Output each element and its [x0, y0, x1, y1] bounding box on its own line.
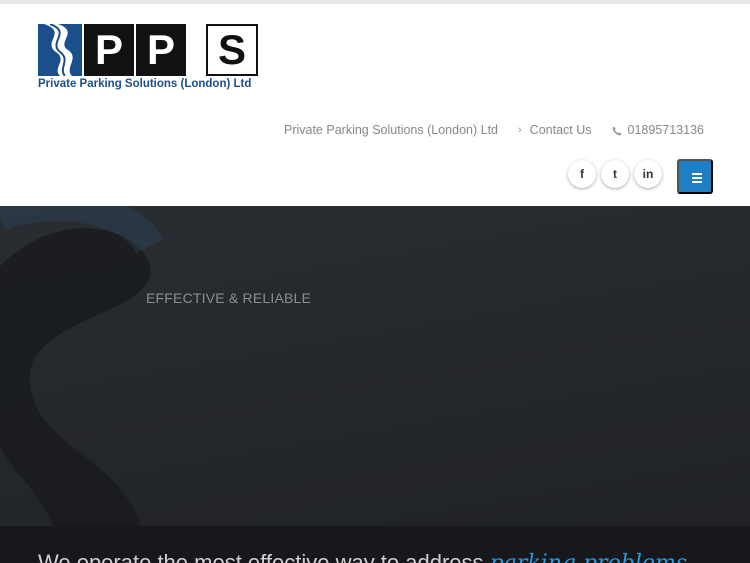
- top-navigation: Private Parking Solutions (London) Ltd ›…: [284, 123, 704, 137]
- road-logo-icon: [38, 24, 82, 76]
- angle-right-icon: ›: [518, 124, 522, 136]
- site-logo[interactable]: P P S Private Parking Solutions (London)…: [38, 24, 260, 96]
- phone-icon: [612, 125, 622, 136]
- hero-headline-accent: parking problems: [490, 551, 687, 563]
- nav-company-link[interactable]: Private Parking Solutions (London) Ltd: [284, 123, 498, 137]
- logo-letter-p2: P: [136, 24, 186, 76]
- hamburger-menu-icon[interactable]: [677, 159, 713, 194]
- hero-headline: We operate the most effective way to add…: [38, 550, 687, 563]
- menu-bar: [692, 173, 702, 175]
- site-header: P P S Private Parking Solutions (London)…: [0, 4, 750, 206]
- twitter-icon[interactable]: t: [601, 160, 629, 188]
- hero-banner: EFFECTIVE & RELIABLE We operate the most…: [0, 206, 750, 563]
- hero-headline-lead: We operate the most effective way to add…: [38, 550, 490, 563]
- nav-contact-link[interactable]: Contact Us: [530, 123, 592, 137]
- menu-bar: [692, 181, 702, 183]
- logo-tagline: Private Parking Solutions (London) Ltd: [38, 78, 252, 90]
- linkedin-icon[interactable]: in: [634, 160, 662, 188]
- nav-phone-link[interactable]: 01895713136: [628, 123, 704, 137]
- menu-bar: [692, 177, 702, 179]
- facebook-icon[interactable]: f: [568, 160, 596, 188]
- hero-tagline: EFFECTIVE & RELIABLE: [146, 290, 312, 306]
- hero-road-graphic: [0, 206, 164, 563]
- logo-letter-p1: P: [84, 24, 134, 76]
- logo-letter-s: S: [206, 24, 258, 76]
